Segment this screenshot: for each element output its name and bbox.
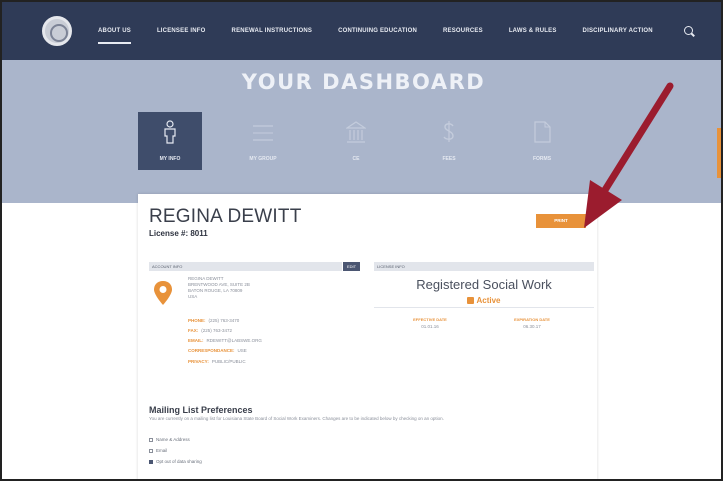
nav-laws-rules[interactable]: LAWS & RULES [509, 28, 557, 34]
field-value: RDEWITT@LABSWE.ORG [206, 338, 262, 343]
option-label: Opt out of data sharing [156, 459, 202, 464]
tab-label: FORMS [532, 156, 552, 162]
divider [374, 307, 594, 308]
feedback-side-tab[interactable] [717, 128, 721, 178]
phone-field: PHONE: (225) 763-3470 [188, 318, 239, 323]
email-field: EMAIL: RDEWITT@LABSWE.ORG [188, 338, 262, 343]
nav-continuing-education[interactable]: CONTINUING EDUCATION [338, 28, 417, 34]
effective-date: EFFECTIVE DATE 01.01.16 [390, 317, 470, 329]
nav-disciplinary-action[interactable]: DISCIPLINARY ACTION [583, 28, 653, 34]
nav-renewal-instructions[interactable]: RENEWAL INSTRUCTIONS [232, 28, 313, 34]
location-pin-icon [153, 280, 173, 306]
tab-label: MY INFO [159, 156, 181, 162]
mailing-list-title: Mailing List Preferences [149, 405, 253, 415]
tab-ce[interactable]: CE [324, 112, 388, 170]
license-number: License #: 8011 [149, 229, 208, 238]
dashboard-tabs: MY INFO MY GROUP CE FEES FORMS [138, 112, 603, 170]
privacy-field: PRIVACY: PUBLIC/PUBLIC [188, 359, 246, 364]
account-info-header: ACCOUNT INFO [149, 262, 342, 271]
field-value: PUBLIC/PUBLIC [211, 359, 246, 364]
top-navigation: ABOUT US LICENSEE INFO RENEWAL INSTRUCTI… [2, 2, 721, 60]
address-line: USA [188, 294, 198, 299]
field-value: USE [237, 348, 247, 353]
licensee-name: REGINA DEWITT [149, 206, 302, 227]
mailing-list-description: You are currently on a mailing list for … [149, 416, 444, 421]
document-icon [532, 120, 552, 144]
expiration-date-value: 06.30.17 [523, 324, 541, 329]
edit-label: EDIT [346, 264, 357, 269]
tab-label: MY GROUP [249, 156, 277, 162]
tab-my-group[interactable]: MY GROUP [231, 112, 295, 170]
field-label: CORRESPONDANCE: [188, 348, 235, 353]
address-line: BATON ROUGE, LA 70809 [188, 288, 243, 293]
edit-button[interactable]: EDIT [343, 262, 360, 271]
checkbox[interactable] [149, 437, 153, 442]
field-label: EMAIL: [188, 338, 204, 343]
profile-card: REGINA DEWITT License #: 8011 PRINT ACCO… [138, 194, 597, 479]
option-label: Name & Address [156, 437, 190, 442]
correspondance-field: CORRESPONDANCE: USE [188, 348, 247, 353]
tab-fees[interactable]: FEES [417, 112, 481, 170]
field-label: PRIVACY: [188, 359, 209, 364]
person-icon [160, 120, 180, 144]
nav-resources[interactable]: RESOURCES [443, 28, 483, 34]
license-info-header: LICENSE INFO [374, 262, 594, 271]
tab-forms[interactable]: FORMS [510, 112, 574, 170]
tab-label: CE [352, 156, 360, 162]
effective-date-value: 01.01.16 [421, 324, 439, 329]
license-status: Active [374, 296, 594, 305]
option-opt-out[interactable]: Opt out of data sharing [149, 459, 202, 464]
option-label: Email [156, 448, 168, 453]
search-icon[interactable] [684, 26, 693, 35]
building-icon [345, 120, 367, 144]
mailing-address: REGINA DEWITT BRENTWOOD AVE, SUITE 2B BA… [188, 276, 250, 300]
expiration-date-label: EXPIRATION DATE [514, 317, 550, 322]
field-label: PHONE: [188, 318, 206, 323]
status-label: Active [476, 296, 501, 305]
option-name-address[interactable]: Name & Address [149, 437, 190, 442]
checkbox[interactable] [149, 448, 153, 453]
state-seal-logo[interactable] [42, 16, 72, 46]
group-icon [246, 120, 280, 144]
license-type: Registered Social Work [416, 277, 552, 292]
tab-my-info[interactable]: MY INFO [138, 112, 202, 170]
expiration-date: EXPIRATION DATE 06.30.17 [492, 317, 572, 329]
nav-links: ABOUT US LICENSEE INFO RENEWAL INSTRUCTI… [98, 2, 679, 60]
checkbox-checked[interactable] [149, 459, 153, 464]
thumbs-up-icon [467, 297, 475, 304]
fax-field: FAX: (225) 763-3472 [188, 328, 232, 333]
effective-date-label: EFFECTIVE DATE [413, 317, 447, 322]
annotation-arrow [584, 82, 674, 228]
dollar-icon [439, 120, 459, 144]
nav-about-us[interactable]: ABOUT US [98, 28, 131, 44]
field-value: (225) 763-3472 [201, 328, 233, 333]
print-label: PRINT [554, 218, 568, 223]
option-email[interactable]: Email [149, 448, 167, 453]
field-label: FAX: [188, 328, 199, 333]
field-value: (225) 763-3470 [208, 318, 240, 323]
tab-label: FEES [442, 156, 456, 162]
browser-frame: ABOUT US LICENSEE INFO RENEWAL INSTRUCTI… [0, 0, 723, 481]
nav-licensee-info[interactable]: LICENSEE INFO [157, 28, 206, 34]
